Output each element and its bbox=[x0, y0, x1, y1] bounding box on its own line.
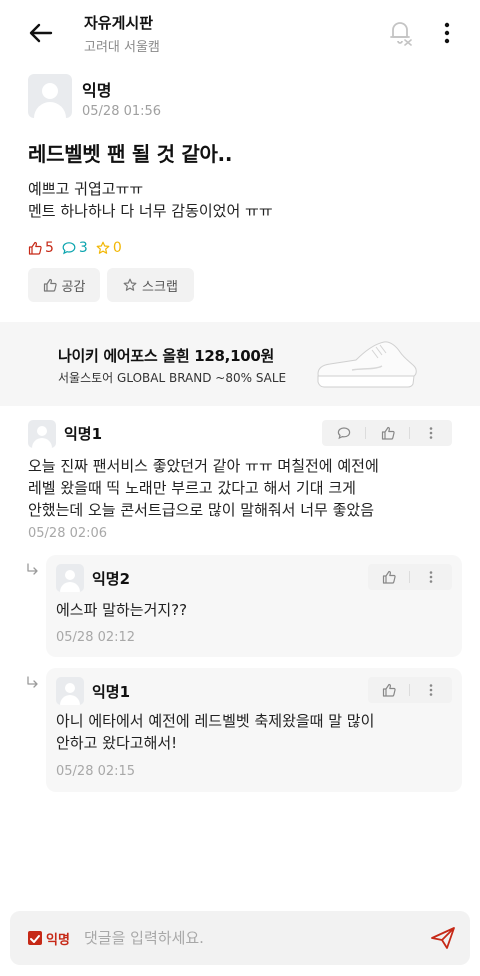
comment-body: 아니 에타에서 예전에 레드벨벳 축제왔을때 말 많이 안하고 왔다고해서! bbox=[56, 710, 374, 754]
like-button[interactable]: 공감 bbox=[28, 268, 100, 302]
reply-card: 익명1 아니 에타에서 예전에 레드벨벳 축제왔을때 말 많이 안하고 왔다고해… bbox=[46, 668, 462, 792]
thumbs-up-icon[interactable] bbox=[368, 677, 409, 703]
scrap-button[interactable]: 스크랩 bbox=[107, 268, 194, 302]
post-stats: 5 3 0 bbox=[28, 238, 130, 258]
more-vertical-icon[interactable] bbox=[438, 20, 456, 46]
thumbs-up-icon bbox=[43, 278, 57, 292]
anonymous-checkbox[interactable] bbox=[28, 931, 42, 945]
more-vertical-icon[interactable] bbox=[410, 677, 452, 703]
comment-body: 에스파 말하는거지?? bbox=[56, 599, 187, 621]
comment-avatar bbox=[28, 420, 56, 448]
ad-title: 나이키 에어포스 올흰 128,100원 bbox=[58, 347, 274, 365]
top-bar: 자유게시판 고려대 서울캠 bbox=[0, 0, 480, 64]
send-icon[interactable] bbox=[430, 926, 456, 950]
thumbs-up-icon[interactable] bbox=[366, 420, 409, 446]
star-icon bbox=[123, 278, 137, 291]
comment-count: 3 bbox=[62, 240, 88, 256]
anonymous-label[interactable]: 익명 bbox=[46, 929, 70, 948]
thumbs-up-icon bbox=[28, 241, 42, 255]
notification-off-icon[interactable] bbox=[388, 18, 414, 46]
reply-arrow-icon bbox=[27, 563, 38, 575]
star-icon bbox=[96, 241, 110, 254]
comment-time: 05/28 02:12 bbox=[56, 630, 136, 645]
comment-input[interactable] bbox=[84, 924, 414, 952]
comment-actions bbox=[322, 420, 452, 446]
comment-author: 익명1 bbox=[64, 425, 103, 443]
reply-icon[interactable] bbox=[322, 420, 365, 446]
comment-input-bar: 익명 bbox=[10, 911, 470, 965]
post-body: 예쁘고 귀엽고ㅠㅠ 멘트 하나하나 다 너무 감동이었어 ㅠㅠ bbox=[28, 178, 273, 222]
ad-banner[interactable]: 나이키 에어포스 올흰 128,100원 서울스토어 GLOBAL BRAND … bbox=[0, 322, 480, 406]
comment-line: 안했는데 오늘 콘서트급으로 많이 말해줘서 너무 좋았음 bbox=[28, 501, 375, 519]
post-time: 05/28 01:56 bbox=[82, 104, 162, 119]
comment-avatar bbox=[56, 564, 84, 592]
comment-author: 익명1 bbox=[92, 683, 131, 701]
scrap-count: 0 bbox=[96, 240, 122, 256]
ad-subtitle: 서울스토어 GLOBAL BRAND ~80% SALE bbox=[58, 371, 287, 385]
more-vertical-icon[interactable] bbox=[410, 420, 452, 446]
comment-body: 오늘 진짜 팬서비스 좋았던거 같아 ㅠㅠ 며칠전에 예전에 레벨 왔을때 띡 … bbox=[28, 455, 379, 521]
comment-icon bbox=[62, 242, 76, 255]
post-body-line: 예쁘고 귀엽고ㅠㅠ bbox=[28, 180, 144, 198]
school-name: 고려대 서울캠 bbox=[84, 40, 160, 55]
post-body-line: 멘트 하나하나 다 너무 감동이었어 ㅠㅠ bbox=[28, 202, 273, 220]
back-arrow-icon[interactable] bbox=[26, 18, 56, 48]
comment-line: 아니 에타에서 예전에 레드벨벳 축제왔을때 말 많이 bbox=[56, 712, 375, 730]
comment-line: 레벨 왔을때 띡 노래만 부르고 갔다고 해서 기대 크게 bbox=[28, 479, 356, 497]
post-title: 레드벨벳 팬 될 것 같아.. bbox=[28, 142, 233, 166]
thumbs-up-icon[interactable] bbox=[368, 564, 409, 590]
comment-actions bbox=[368, 564, 452, 590]
sneaker-image bbox=[317, 341, 417, 388]
comment-time: 05/28 02:15 bbox=[56, 764, 136, 779]
comment-line: 안하고 왔다고해서! bbox=[56, 734, 178, 752]
author-avatar bbox=[28, 74, 72, 118]
like-count: 5 bbox=[28, 240, 54, 256]
comment-line: 에스파 말하는거지?? bbox=[56, 601, 188, 619]
post-author: 익명 bbox=[82, 81, 112, 100]
board-title: 자유게시판 bbox=[84, 14, 154, 32]
comment-avatar bbox=[56, 677, 84, 705]
reply-arrow-icon bbox=[27, 676, 38, 688]
more-vertical-icon[interactable] bbox=[410, 564, 452, 590]
comment-line: 오늘 진짜 팬서비스 좋았던거 같아 ㅠㅠ 며칠전에 예전에 bbox=[28, 457, 379, 475]
comment-time: 05/28 02:06 bbox=[28, 526, 108, 541]
comment-author: 익명2 bbox=[92, 570, 131, 588]
comment-actions bbox=[368, 677, 452, 703]
reply-card: 익명2 에스파 말하는거지?? 05/28 02:12 bbox=[46, 555, 462, 657]
